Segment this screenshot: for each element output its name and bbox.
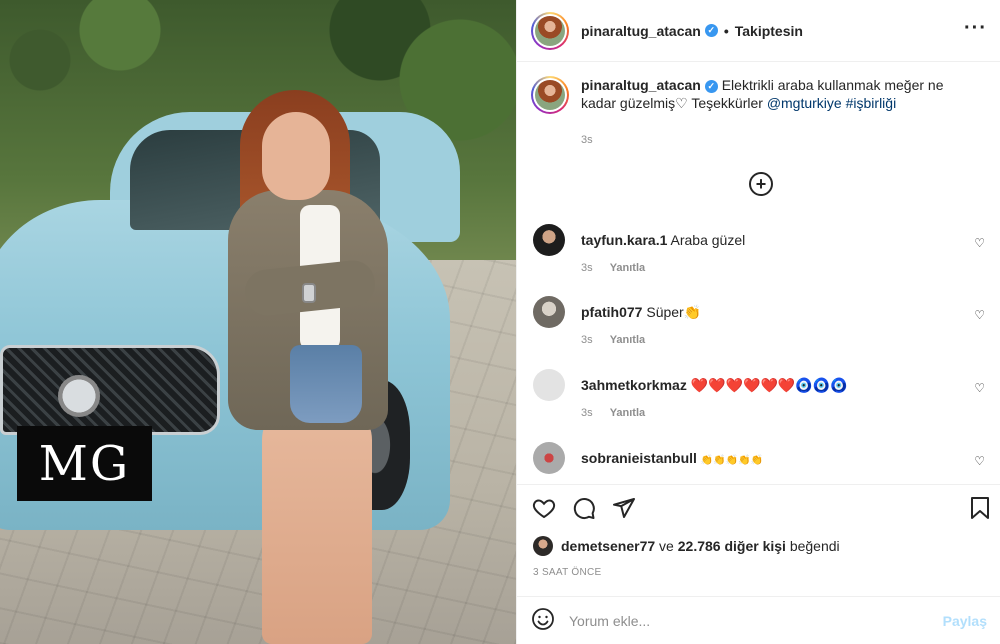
comment-username[interactable]: pfatih077	[581, 304, 642, 320]
comment-content: 3ahmetkorkmaz ❤️❤️❤️❤️❤️❤️🧿🧿🧿	[581, 377, 848, 394]
post-actions-bar	[517, 484, 1000, 530]
comment-time[interactable]: 3s	[581, 334, 593, 346]
comment-username[interactable]: 3ahmetkorkmaz	[581, 377, 687, 393]
author-avatar-image	[535, 15, 565, 46]
like-heart-icon[interactable]	[531, 495, 557, 521]
comment-text: ❤️❤️❤️❤️❤️❤️🧿🧿🧿	[690, 377, 848, 393]
comment-like-heart-icon[interactable]: ♡	[974, 454, 985, 468]
follow-status-button[interactable]: Takiptesin	[735, 23, 803, 39]
caption-hashtag-link[interactable]: #işbirliği	[846, 95, 897, 111]
photo-car-grille	[0, 345, 220, 435]
comment-content: tayfun.kara.1 Araba güzel	[581, 232, 745, 248]
comment-text: Araba güzel	[670, 232, 746, 248]
comment-meta: 3s Yanıtla	[581, 407, 659, 419]
comment-time[interactable]: 3s	[581, 407, 593, 419]
reply-button[interactable]: Yanıtla	[610, 334, 645, 346]
comment-composer: Paylaş	[517, 596, 1000, 644]
post-header: pinaraltug_atacan ✓ • Takiptesin ···	[517, 0, 1000, 62]
caption-text-block: pinaraltug_atacan ✓ Elektrikli araba kull…	[581, 76, 981, 114]
comment-avatar[interactable]	[533, 442, 565, 474]
post-side-panel: pinaraltug_atacan ✓ • Takiptesin ··· pin…	[516, 0, 1000, 644]
comment-username[interactable]: tayfun.kara.1	[581, 232, 667, 248]
author-username[interactable]: pinaraltug_atacan	[581, 23, 701, 39]
load-more-comments-icon[interactable]: +	[749, 172, 773, 196]
reply-button[interactable]: Yanıtla	[610, 407, 645, 419]
comment-like-heart-icon[interactable]: ♡	[974, 381, 985, 395]
comment-avatar-placeholder[interactable]	[533, 369, 565, 401]
caption-avatar[interactable]	[531, 76, 569, 114]
post-photo[interactable]: MG	[0, 0, 516, 644]
comment-meta: 3s Yanıtla	[581, 262, 659, 274]
share-paper-plane-icon[interactable]	[611, 495, 637, 521]
caption-verified-badge-icon: ✓	[704, 79, 718, 93]
likes-count-link[interactable]: 22.786 diğer kişi	[678, 538, 786, 554]
comment-avatar[interactable]	[533, 296, 565, 328]
comment-meta: 3s Yanıtla	[581, 334, 659, 346]
photo-watch	[302, 283, 316, 303]
reply-button[interactable]: Yanıtla	[610, 262, 645, 274]
liker-avatar[interactable]	[533, 536, 553, 556]
emoji-smiley-icon[interactable]	[531, 607, 555, 634]
comment-content: pfatih077 Süper👏	[581, 304, 701, 321]
likes-suffix: beğendi	[785, 538, 840, 554]
brand-tag-overlay: MG	[17, 426, 152, 501]
more-options-icon[interactable]: ···	[964, 18, 987, 38]
post-time-ago[interactable]: 3 SAAT ÖNCE	[533, 567, 602, 578]
caption-mention-link[interactable]: @mgturkiye	[767, 95, 842, 111]
comment-username[interactable]: sobranieistanbull	[581, 450, 697, 466]
caption-timestamp[interactable]: 3s	[581, 134, 593, 146]
save-bookmark-icon[interactable]	[967, 495, 993, 521]
comment-time[interactable]: 3s	[581, 262, 593, 274]
comment-item: 3ahmetkorkmaz ❤️❤️❤️❤️❤️❤️🧿🧿🧿 3s Yanıtla…	[531, 369, 991, 429]
comment-content: sobranieistanbull 👏👏👏👏👏	[581, 450, 763, 466]
verified-badge-icon: ✓	[704, 24, 718, 37]
comment-input[interactable]	[569, 612, 943, 629]
comment-item: tayfun.kara.1 Araba güzel 3s Yanıtla ♡	[531, 224, 991, 284]
comment-item: sobranieistanbull 👏👏👏👏👏 ♡	[531, 442, 991, 482]
post-comment-button[interactable]: Paylaş	[943, 613, 987, 629]
comment-text: Süper👏	[646, 304, 702, 320]
likes-summary: demetsener77 ve 22.786 diğer kişi beğend…	[533, 536, 840, 556]
caption-avatar-image	[535, 80, 565, 110]
comment-like-heart-icon[interactable]: ♡	[974, 308, 985, 322]
photo-person-legs	[262, 400, 372, 644]
liker-username[interactable]: demetsener77	[561, 538, 655, 554]
header-separator: •	[723, 22, 729, 39]
comment-item: pfatih077 Süper👏 3s Yanıtla ♡	[531, 296, 991, 356]
comment-bubble-icon[interactable]	[571, 495, 597, 521]
photo-person-shorts	[290, 345, 362, 423]
caption: pinaraltug_atacan ✓ Elektrikli araba kull…	[531, 76, 991, 114]
photo-person-face	[262, 112, 330, 200]
comment-avatar[interactable]	[533, 224, 565, 256]
likes-connector: ve	[655, 538, 678, 554]
comment-like-heart-icon[interactable]: ♡	[974, 236, 985, 250]
author-avatar[interactable]	[531, 11, 569, 50]
caption-username[interactable]: pinaraltug_atacan	[581, 77, 701, 93]
comment-text: 👏👏👏👏👏	[700, 455, 764, 466]
photo-car-logo	[58, 375, 100, 417]
